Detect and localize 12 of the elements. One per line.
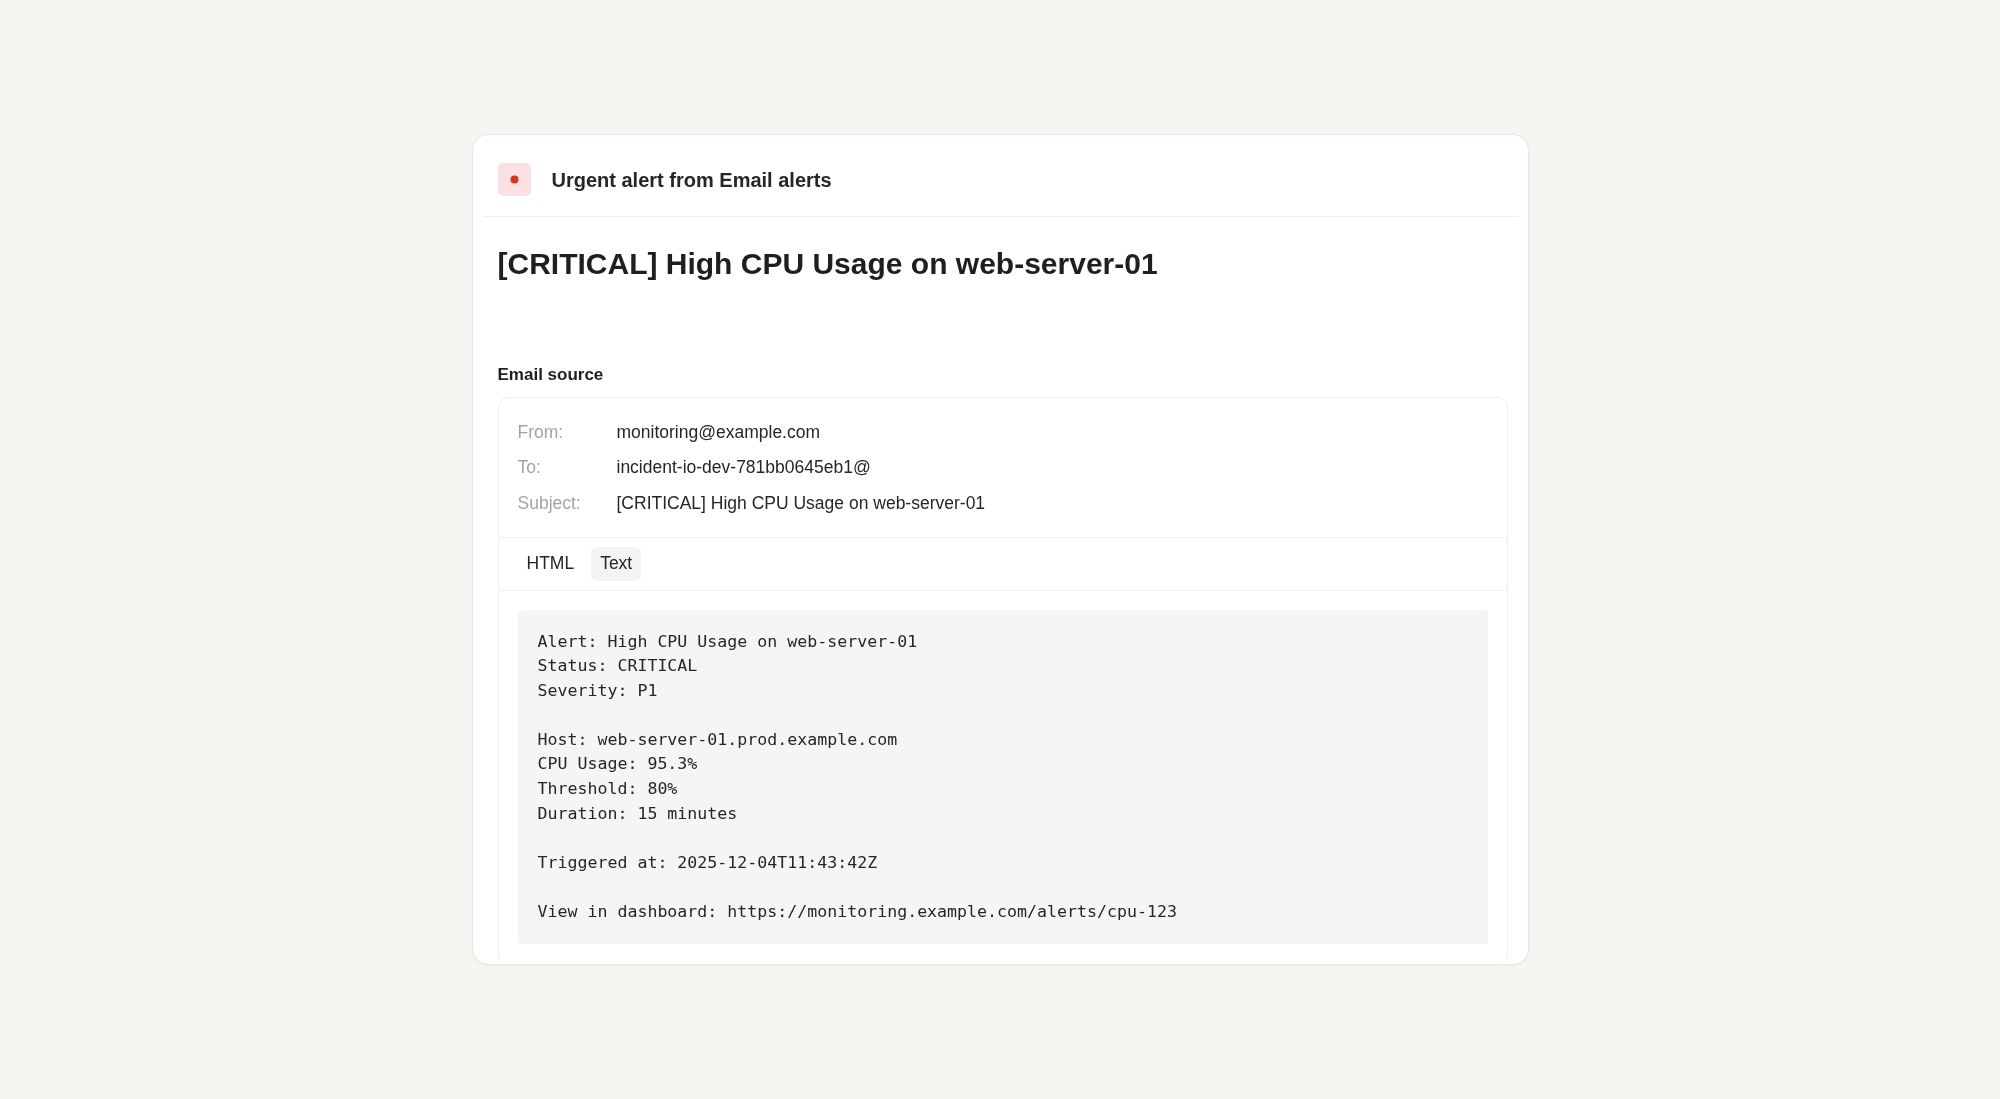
view-tab[interactable]: HTML: [517, 546, 584, 581]
field-label: From:: [517, 420, 565, 444]
view-tab[interactable]: Text: [591, 546, 642, 581]
alert-title: Urgent alert from Email alerts: [551, 167, 832, 193]
field-label: Subject:: [517, 491, 582, 515]
alert-heading: [CRITICAL] High CPU Usage on web-server-01: [497, 246, 1159, 282]
field-value: monitoring@example.com: [616, 420, 821, 444]
email-body-text: Alert: High CPU Usage on web-server-01 Status: CRITICAL Severity: P1 Host: web-server-01.prod.example.com CPU Usage: 95.3% Threshold: 80% Duration: 15 minutes Triggered at: 2025-12-04T11:43:42Z View in dashboard: https://monitoring.example.com/alerts/cpu-123: [537, 630, 1178, 924]
section-title: Email source: [497, 364, 605, 386]
field-label: To:: [517, 456, 542, 480]
field-value: incident-io-dev-781bb0645eb1@: [616, 456, 871, 480]
field-value: [CRITICAL] High CPU Usage on web-server-01: [616, 491, 986, 515]
